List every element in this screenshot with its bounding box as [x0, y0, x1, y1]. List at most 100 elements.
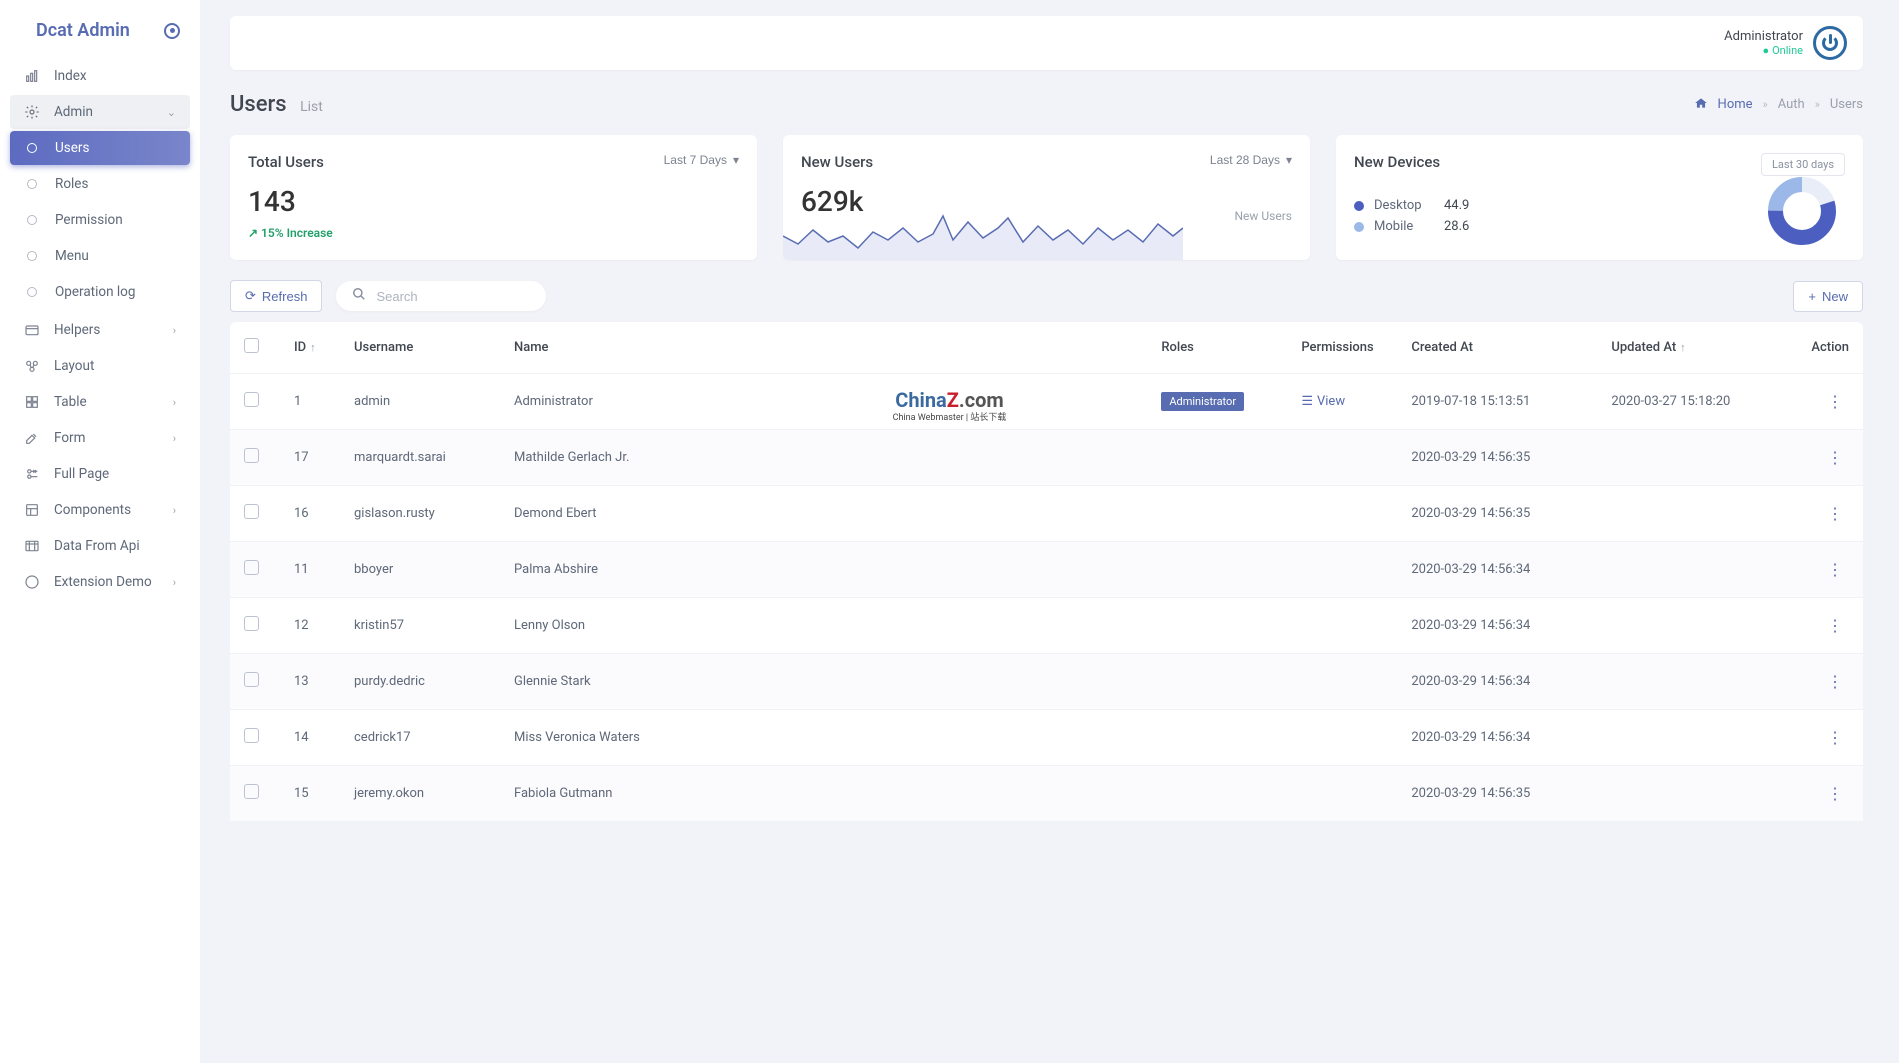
sidebar-item-users[interactable]: Users: [10, 131, 190, 165]
sidebar-item-index[interactable]: Index: [10, 59, 190, 93]
cell-permissions: [1287, 485, 1397, 541]
dot-icon: [27, 179, 37, 189]
sidebar: Dcat Admin IndexAdmin⌄UsersRoles Permissi…: [0, 0, 200, 1063]
table-row: 12kristin57Lenny Olson2020-03-29 14:56:3…: [230, 597, 1863, 653]
legend-label: Mobile: [1374, 219, 1444, 234]
refresh-button[interactable]: ⟳ Refresh: [230, 280, 322, 312]
sidebar-item-helpers[interactable]: Helpers›: [10, 313, 190, 347]
row-checkbox[interactable]: [244, 728, 259, 743]
new-button[interactable]: + New: [1793, 281, 1863, 312]
cell-permissions: [1287, 541, 1397, 597]
avatar[interactable]: [1813, 26, 1847, 60]
cell-updated: 2020-03-27 15:18:20: [1597, 373, 1797, 429]
sidebar-item-form[interactable]: Form›: [10, 421, 190, 455]
table-row: 1adminAdministratorAdministrator☰View201…: [230, 373, 1863, 429]
row-action-menu[interactable]: ⋮: [1821, 560, 1849, 579]
user-block[interactable]: Administrator Online: [1724, 26, 1847, 60]
sidebar-item-components[interactable]: Components›: [10, 493, 190, 527]
cell-username: purdy.dedric: [340, 653, 500, 709]
plus-icon: +: [1808, 289, 1816, 304]
cell-name: Administrator: [500, 373, 1147, 429]
sidebar-item-extension-demo[interactable]: Extension Demo›: [10, 565, 190, 599]
card-new-devices: New Devices Last 30 days Desktop44.9Mobi…: [1336, 135, 1863, 260]
chevron-down-icon: ⌄: [167, 106, 176, 119]
range-dropdown[interactable]: Last 7 Days▾: [664, 153, 739, 167]
cell-created: 2020-03-29 14:56:34: [1397, 541, 1597, 597]
cell-name: Palma Abshire: [500, 541, 1147, 597]
col-name[interactable]: Name: [500, 322, 1147, 373]
row-checkbox[interactable]: [244, 784, 259, 799]
sidebar-item-menu[interactable]: Menu: [10, 239, 190, 273]
row-action-menu[interactable]: ⋮: [1821, 616, 1849, 635]
row-action-menu[interactable]: ⋮: [1821, 448, 1849, 467]
sidebar-item-admin[interactable]: Admin⌄: [10, 95, 190, 129]
sidebar-item-label: Helpers: [54, 322, 173, 338]
range-badge: Last 30 days: [1761, 153, 1845, 176]
users-table: ID ↑ Username Name Roles Permissions Crea…: [230, 322, 1863, 821]
sidebar-item-data-from-api[interactable]: Data From Api: [10, 529, 190, 563]
cell-username: marquardt.sarai: [340, 429, 500, 485]
breadcrumb: Home » Auth » Users: [1694, 97, 1863, 113]
topbar: Administrator Online: [230, 16, 1863, 70]
row-checkbox[interactable]: [244, 448, 259, 463]
sidebar-item-roles[interactable]: Roles: [10, 167, 190, 201]
dot-icon: [27, 143, 37, 153]
sidebar-item-permission[interactable]: Permission: [10, 203, 190, 237]
col-id[interactable]: ID: [294, 340, 306, 355]
search-input[interactable]: [376, 289, 530, 304]
sidebar-item-full-page[interactable]: Full Page: [10, 457, 190, 491]
legend-value: 44.9: [1444, 198, 1469, 213]
cell-created: 2020-03-29 14:56:34: [1397, 597, 1597, 653]
dot-icon: [27, 251, 37, 261]
fullpage-icon: [24, 466, 40, 482]
table-row: 16gislason.rustyDemond Ebert2020-03-29 1…: [230, 485, 1863, 541]
sort-asc-icon[interactable]: ↑: [310, 341, 316, 354]
row-checkbox[interactable]: [244, 504, 259, 519]
row-action-menu[interactable]: ⋮: [1821, 728, 1849, 747]
col-permissions[interactable]: Permissions: [1287, 322, 1397, 373]
sidebar-item-label: Menu: [55, 248, 176, 264]
row-checkbox[interactable]: [244, 392, 259, 407]
table-row: 15jeremy.okonFabiola Gutmann2020-03-29 1…: [230, 765, 1863, 821]
row-action-menu[interactable]: ⋮: [1821, 672, 1849, 691]
search-box[interactable]: [336, 281, 546, 311]
page-header: Users List Home » Auth » Users: [230, 92, 1863, 117]
select-all-checkbox[interactable]: [244, 338, 259, 353]
sidebar-item-table[interactable]: Table›: [10, 385, 190, 419]
cell-created: 2020-03-29 14:56:34: [1397, 709, 1597, 765]
sort-asc-icon[interactable]: ↑: [1680, 341, 1686, 354]
cell-roles: [1147, 653, 1287, 709]
col-created[interactable]: Created At: [1397, 322, 1597, 373]
chevron-right-icon: ›: [173, 396, 176, 409]
total-users-value: 143: [248, 185, 739, 218]
legend-item: Mobile28.6: [1354, 219, 1469, 234]
row-checkbox[interactable]: [244, 560, 259, 575]
permissions-link[interactable]: ☰View: [1301, 394, 1345, 409]
cell-username: jeremy.okon: [340, 765, 500, 821]
cell-permissions: ☰View: [1287, 373, 1397, 429]
donut-chart: [1767, 176, 1837, 246]
col-updated[interactable]: Updated At: [1611, 340, 1676, 355]
row-action-menu[interactable]: ⋮: [1821, 504, 1849, 523]
page-title-text: Users: [230, 92, 287, 117]
brand-logo[interactable]: Dcat Admin: [0, 10, 200, 59]
sidebar-item-label: Permission: [55, 212, 176, 228]
cell-created: 2020-03-29 14:56:34: [1397, 653, 1597, 709]
breadcrumb-home[interactable]: Home: [1718, 97, 1753, 112]
col-username[interactable]: Username: [340, 322, 500, 373]
sidebar-item-layout[interactable]: Layout: [10, 349, 190, 383]
row-action-menu[interactable]: ⋮: [1821, 784, 1849, 803]
range-dropdown[interactable]: Last 28 Days▾: [1210, 153, 1292, 167]
row-checkbox[interactable]: [244, 672, 259, 687]
col-roles[interactable]: Roles: [1147, 322, 1287, 373]
row-checkbox[interactable]: [244, 616, 259, 631]
form-icon: [24, 430, 40, 446]
row-action-menu[interactable]: ⋮: [1821, 392, 1849, 411]
cell-username: bboyer: [340, 541, 500, 597]
sidebar-item-operation-log[interactable]: Operation log: [10, 275, 190, 309]
sidebar-item-label: Components: [54, 502, 173, 518]
legend-value: 28.6: [1444, 219, 1469, 234]
card-total-users: Total Users Last 7 Days▾ 143 ↗ 15% Incre…: [230, 135, 757, 260]
trend-up-icon: ↗: [248, 226, 258, 240]
cell-updated: [1597, 541, 1797, 597]
